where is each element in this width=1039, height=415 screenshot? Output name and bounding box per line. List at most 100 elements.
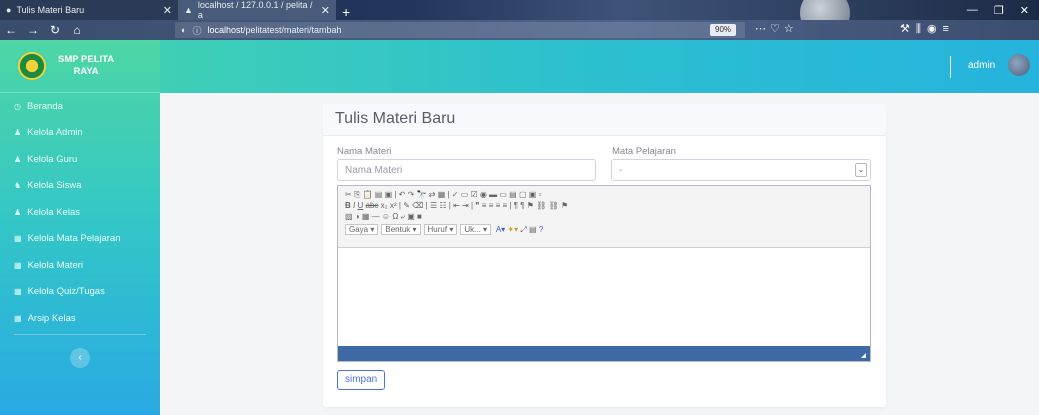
align-right-icon[interactable]: ≡ — [496, 201, 501, 210]
more-icon[interactable]: ⋯ — [755, 23, 770, 35]
user-name[interactable]: admin — [968, 60, 995, 71]
sidebar-item-kelola-materi[interactable]: ▦ Kelola Materi — [0, 252, 160, 279]
reload-icon[interactable]: ↻ — [44, 23, 66, 37]
sidebar-item-kelola-guru[interactable]: ♟ Kelola Guru — [0, 146, 160, 173]
close-tab-icon[interactable]: ✕ — [321, 4, 330, 17]
sidebar-item-kelola-admin[interactable]: ♟ Kelola Admin — [0, 120, 160, 147]
tools-icon[interactable]: ⚒ — [900, 23, 916, 35]
text-color-icon[interactable]: A▾ — [496, 225, 505, 234]
page-break-icon[interactable]: ⤶ — [401, 212, 405, 221]
indent-icon[interactable]: ⇥ — [462, 201, 469, 210]
textfield-icon[interactable]: ▬ — [489, 190, 497, 199]
mata-pelajaran-select[interactable]: - ⌄ — [611, 159, 871, 181]
tab-phpmyadmin[interactable]: ▲ localhost / 127.0.0.1 / pelita / a ✕ — [178, 0, 336, 20]
image-icon[interactable]: ▧ — [345, 212, 353, 221]
back-icon[interactable]: ← — [0, 23, 22, 37]
tab-tulis-materi[interactable]: ● Tulis Materi Baru ✕ — [0, 0, 178, 20]
simpan-button[interactable]: simpan — [337, 370, 386, 390]
clear-icon[interactable]: ⌫ — [412, 201, 423, 210]
anchor-icon[interactable]: ⚑ — [561, 201, 568, 210]
image-button-icon[interactable]: ▣ — [529, 190, 537, 199]
bold-icon[interactable]: B — [345, 201, 351, 210]
italic-icon[interactable]: I — [353, 201, 355, 210]
bg-color-icon[interactable]: ✦▾ — [507, 225, 518, 234]
replace-icon[interactable]: ⇄ — [429, 190, 436, 199]
home-icon[interactable]: ⌂ — [66, 23, 88, 37]
new-tab-icon[interactable]: + — [336, 4, 356, 20]
paste-icon[interactable]: 📋 — [363, 190, 373, 199]
table-insert-icon[interactable]: ▦ — [362, 212, 370, 221]
editor-content-area[interactable] — [338, 248, 870, 346]
video-icon[interactable]: ■ — [417, 212, 422, 221]
style-combo[interactable]: Gaya ▾ — [345, 224, 379, 235]
bookmark-star-icon[interactable]: ☆ — [784, 23, 798, 35]
select-field-icon[interactable]: ▤ — [509, 190, 517, 199]
flash-icon[interactable]: ◑ — [355, 212, 360, 221]
iframe-icon[interactable]: ▣ — [407, 212, 415, 221]
find-icon[interactable]: 🔭 — [417, 190, 427, 199]
brand[interactable]: SMP PELITA RAYA — [0, 40, 160, 93]
form-icon[interactable]: ▭ — [461, 190, 469, 199]
library-icon[interactable]: ⫼ — [916, 23, 927, 35]
blockquote-icon[interactable]: ❞ — [475, 201, 479, 210]
align-center-icon[interactable]: ≡ — [489, 201, 494, 210]
maximize-editor-icon[interactable]: ⤢ — [520, 225, 526, 234]
sidebar-item-arsip-kelas[interactable]: ▦ Arsip Kelas — [0, 305, 160, 332]
paste-text-icon[interactable]: ▤ — [375, 190, 383, 199]
maximize-icon[interactable]: ❐ — [994, 4, 1004, 17]
sidebar-toggle-button[interactable]: ‹ — [70, 347, 90, 368]
format-combo[interactable]: Bentuk ▾ — [381, 224, 421, 235]
language-icon[interactable]: ⚑ — [527, 201, 534, 210]
forward-icon[interactable]: → — [22, 23, 44, 37]
size-combo[interactable]: Uk... ▾ — [460, 224, 492, 235]
close-window-icon[interactable]: ✕ — [1020, 4, 1029, 17]
bullet-list-icon[interactable]: ☷ — [439, 201, 446, 210]
ltr-icon[interactable]: ¶ — [514, 201, 518, 210]
remove-format-icon[interactable]: ✎ — [403, 201, 410, 210]
sidebar-item-beranda[interactable]: ◷ Beranda — [0, 93, 160, 120]
account-icon[interactable]: ◉ — [927, 23, 943, 35]
show-blocks-icon[interactable]: ▤ — [529, 225, 537, 234]
redo-icon[interactable]: ↷ — [408, 190, 415, 199]
hidden-field-icon[interactable]: ▫ — [539, 190, 542, 199]
cut-icon[interactable]: ✂ — [345, 190, 352, 199]
special-char-icon[interactable]: Ω — [392, 212, 398, 221]
sidebar-item-kelola-siswa[interactable]: ♞ Kelola Siswa — [0, 173, 160, 200]
textarea-icon[interactable]: ▭ — [499, 190, 507, 199]
font-combo[interactable]: Huruf ▾ — [423, 224, 458, 235]
outdent-icon[interactable]: ⇤ — [453, 201, 460, 210]
minimize-icon[interactable]: — — [967, 4, 978, 16]
nama-materi-input[interactable]: Nama Materi — [337, 159, 596, 181]
zoom-level[interactable]: 90% — [710, 24, 737, 36]
link-icon[interactable]: ⛓ — [536, 201, 546, 210]
help-icon[interactable]: ? — [539, 225, 543, 234]
align-left-icon[interactable]: ≡ — [482, 201, 487, 210]
copy-icon[interactable]: ⎘ — [354, 190, 360, 199]
horizontal-line-icon[interactable]: ― — [372, 212, 380, 221]
underline-icon[interactable]: U — [357, 201, 363, 210]
checkbox-icon[interactable]: ☑ — [471, 190, 478, 199]
unlink-icon[interactable]: ⛓ — [549, 201, 559, 210]
sidebar-item-kelola-mata-pelajaran[interactable]: ▦ Kelola Mata Pelajaran — [0, 226, 160, 253]
pocket-icon[interactable]: ♡ — [770, 23, 784, 35]
paste-word-icon[interactable]: ▣ — [385, 190, 393, 199]
select-all-icon[interactable]: ▦ — [438, 190, 446, 199]
radio-icon[interactable]: ◉ — [480, 190, 487, 199]
undo-icon[interactable]: ↶ — [399, 190, 406, 199]
strike-icon[interactable]: abc — [366, 201, 379, 210]
menu-icon[interactable]: ≡ — [943, 23, 955, 35]
rtl-icon[interactable]: ¶ — [520, 201, 524, 210]
avatar[interactable] — [1008, 54, 1030, 76]
superscript-icon[interactable]: x² — [390, 201, 397, 210]
sidebar-item-kelola-kelas[interactable]: ♟ Kelola Kelas — [0, 199, 160, 226]
chevron-down-icon[interactable]: ⌄ — [855, 163, 867, 177]
numbered-list-icon[interactable]: ☰ — [430, 201, 437, 210]
close-tab-icon[interactable]: ✕ — [163, 4, 172, 17]
justify-icon[interactable]: ≡ — [503, 201, 508, 210]
address-bar[interactable]: ◐ ⓘ localhost/pelitatest/materi/tambah — [175, 22, 745, 38]
smiley-icon[interactable]: ☺ — [382, 212, 390, 221]
button-field-icon[interactable]: ▢ — [519, 190, 527, 199]
sidebar-item-kelola-quiz[interactable]: ▦ Kelola Quiz/Tugas — [0, 279, 160, 306]
subscript-icon[interactable]: x₂ — [381, 201, 388, 210]
spellcheck-icon[interactable]: ✓ — [452, 190, 459, 199]
